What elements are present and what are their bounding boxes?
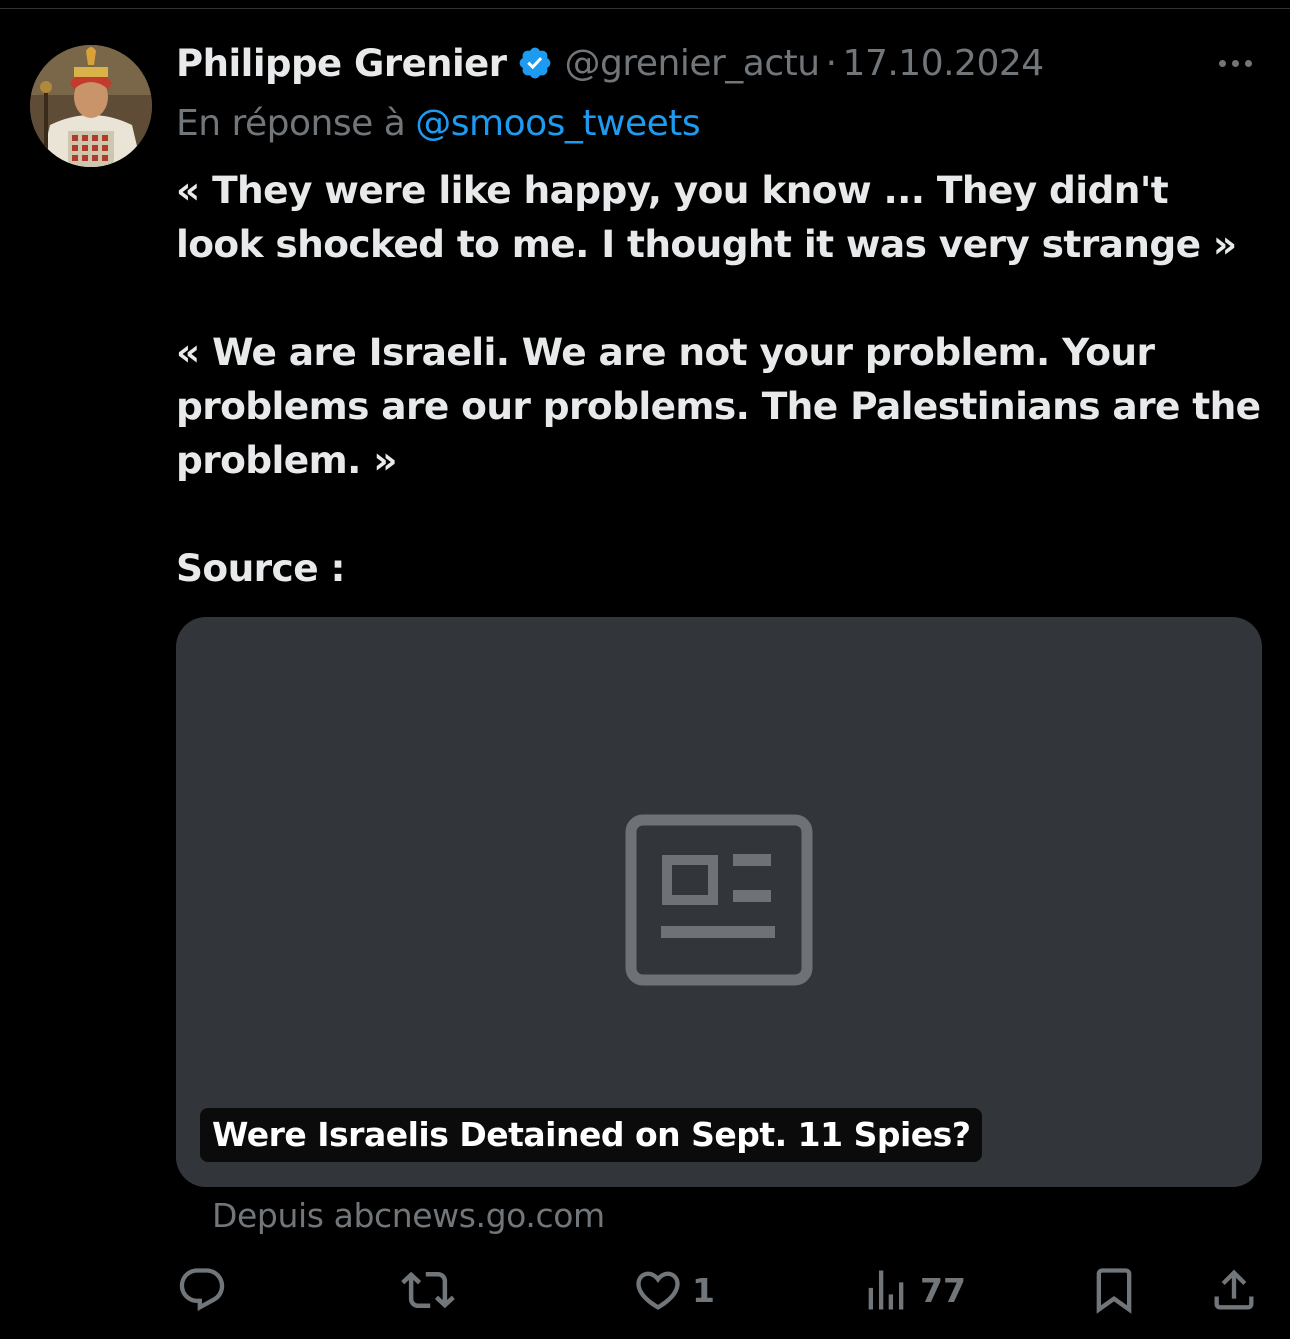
avatar[interactable] [30,45,152,167]
avatar-portrait-image [30,45,152,167]
link-preview-card[interactable]: Were Israelis Detained on Sept. 11 Spies… [176,617,1262,1187]
tweet-date[interactable]: 17.10.2024 [843,43,1045,84]
retweet-button[interactable] [401,1260,463,1320]
like-button[interactable]: 1 [632,1260,715,1320]
tweet-header: Philippe Grenier @grenier_actu · 17.10.2… [176,36,1044,90]
action-bar: 1 77 [176,1260,1266,1320]
bookmark-icon [1096,1268,1132,1314]
reply-prefix: En réponse à [176,102,406,144]
article-placeholder-icon [625,814,813,986]
more-options-icon[interactable] [1210,45,1260,81]
reply-button[interactable] [176,1260,236,1320]
tweet-paragraph: Source : [176,546,345,590]
reply-to-handle-link[interactable]: @smoos_tweets [415,103,700,144]
share-button[interactable] [1208,1260,1260,1320]
author-handle[interactable]: @grenier_actu [565,43,821,84]
reply-icon [179,1268,225,1312]
retweet-icon [401,1271,455,1309]
like-count: 1 [692,1270,715,1310]
card-title[interactable]: Were Israelis Detained on Sept. 11 Spies… [200,1108,983,1162]
tweet-paragraph: « They were like happy, you know ... The… [176,168,1237,266]
share-icon [1214,1269,1254,1310]
tweet-paragraph: « We are Israeli. We are not your proble… [176,330,1261,482]
views-button[interactable]: 77 [860,1260,966,1320]
bookmark-button[interactable] [1088,1260,1140,1320]
tweet-text: « They were like happy, you know ... The… [176,163,1266,595]
views-chart-icon [868,1270,904,1310]
top-divider [0,8,1290,9]
views-count: 77 [920,1270,966,1310]
card-source-domain[interactable]: Depuis abcnews.go.com [212,1196,605,1235]
author-display-name[interactable]: Philippe Grenier [176,42,507,85]
reply-context: En réponse à @smoos_tweets [176,97,701,149]
heart-icon [636,1271,680,1310]
header-separator: · [825,42,837,84]
verified-badge-icon[interactable] [517,45,553,81]
